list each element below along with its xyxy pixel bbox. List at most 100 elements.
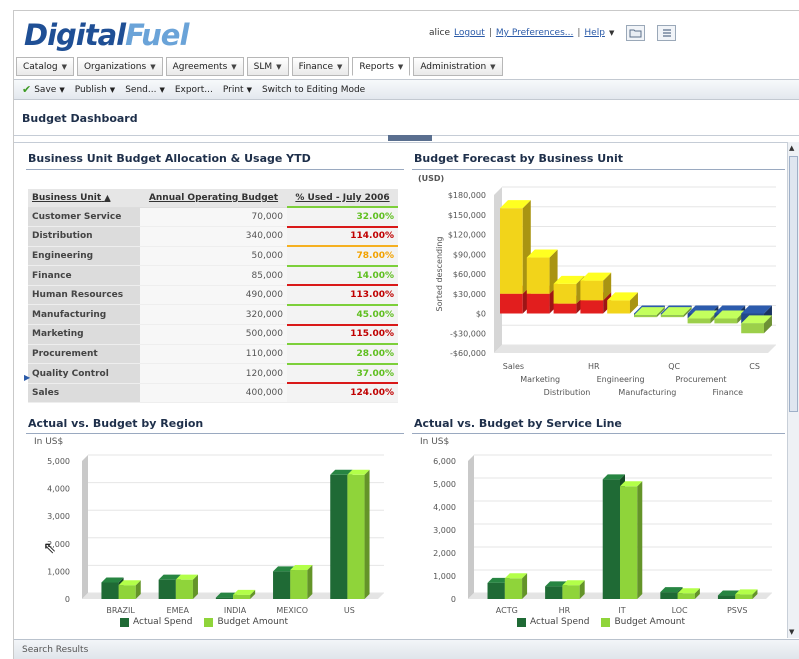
table-row[interactable]: Procurement 110,000 28.00% — [28, 343, 398, 365]
tab-label: Catalog — [23, 61, 58, 72]
y-tick-label: 4,000 — [433, 503, 456, 512]
y-tick-label: 0 — [65, 595, 70, 604]
forecast-chart: $180,000 $150,000 $120,000 $90,000 $60,000 $3… — [435, 186, 776, 397]
publish-button[interactable]: Publish ▼ — [75, 85, 115, 95]
table-row[interactable]: Finance 85,000 14.00% — [28, 264, 398, 286]
percent-used-cell: 124.00% — [287, 382, 398, 404]
divider — [412, 433, 785, 434]
tab-reports[interactable]: Reports ▼ — [352, 57, 411, 76]
list-icon[interactable] — [657, 25, 677, 41]
table-row[interactable]: Marketing 500,000 115.00% — [28, 323, 398, 345]
send-button[interactable]: Send... ▼ — [125, 85, 165, 95]
x-tick-label: PSVS — [727, 606, 747, 615]
panel-title-forecast: Budget Forecast by Business Unit — [414, 152, 624, 165]
y-tick-label: 0 — [451, 595, 456, 604]
x-tick-label: Manufacturing — [618, 388, 676, 397]
logo-text-digital: Digital — [24, 18, 126, 52]
username: alice — [429, 28, 451, 38]
export-button[interactable]: Export... — [175, 85, 213, 95]
tab-slm[interactable]: SLM ▼ — [246, 57, 289, 76]
budget-cell: 120,000 — [140, 363, 287, 384]
table-row[interactable]: Manufacturing 320,000 45.00% — [28, 303, 398, 326]
x-tick-label: MEXICO — [276, 606, 308, 615]
bar-forecast-upper — [500, 200, 531, 294]
table-header-row: Business Unit ▲ Annual Operating Budget … — [28, 189, 398, 208]
export-label: Export... — [174, 84, 213, 95]
y-tick-label: $180,000 — [448, 191, 486, 200]
logout-link[interactable]: Logout — [454, 28, 485, 38]
column-header-budget[interactable]: Annual Operating Budget — [140, 189, 287, 208]
region-chart: 5,0004,0003,0002,0001,0000BRAZIL EMEA INDI… — [47, 454, 384, 615]
chevron-down-icon: ▼ — [337, 62, 343, 71]
budget-cell: 85,000 — [140, 265, 287, 286]
chevron-down-icon: ▼ — [59, 85, 65, 94]
table-row[interactable]: Customer Service 70,000 32.00% — [28, 206, 398, 228]
column-header-business-unit[interactable]: Business Unit ▲ — [28, 189, 140, 208]
column-header-percent-used[interactable]: % Used - July 2006 — [287, 189, 398, 208]
tab-organizations[interactable]: Organizations ▼ — [76, 57, 163, 76]
vertical-scrollbar[interactable]: ▲ ▼ — [787, 142, 799, 638]
business-unit-cell: Marketing — [28, 324, 140, 345]
panel-title-region: Actual vs. Budget by Region — [28, 417, 204, 430]
switch-editing-mode-button[interactable]: Switch to Editing Mode — [262, 85, 365, 95]
bar-budget — [347, 469, 370, 599]
preferences-link[interactable]: My Preferences... — [496, 28, 573, 38]
chevron-down-icon: ▼ — [159, 85, 165, 94]
chevron-down-icon[interactable]: ▼ — [609, 29, 614, 37]
sort-ascending-icon: ▲ — [104, 192, 111, 202]
budget-cell: 110,000 — [140, 344, 287, 365]
y-tick-label: 5,000 — [433, 480, 456, 489]
scroll-up-icon[interactable]: ▲ — [789, 144, 794, 152]
y-tick-label: 4,000 — [47, 485, 70, 494]
table-row[interactable]: Quality Control 120,000 37.00% — [28, 362, 398, 384]
chevron-down-icon: ▼ — [490, 62, 496, 71]
table-row[interactable]: Human Resources 490,000 113.00% — [28, 284, 398, 306]
y-tick-label: 1,000 — [433, 572, 456, 581]
y-tick-label: 3,000 — [47, 512, 70, 521]
folder-icon[interactable] — [626, 25, 646, 41]
bar-forecast-upper — [526, 249, 558, 294]
divider — [412, 169, 785, 170]
y-tick-label: 2,000 — [433, 549, 456, 558]
tab-label: Finance — [298, 61, 333, 72]
scroll-down-icon[interactable]: ▼ — [789, 628, 794, 636]
separator: | — [577, 28, 581, 38]
table-row[interactable]: Engineering 50,000 78.00% — [28, 245, 398, 267]
y-tick-label: $60,000 — [453, 270, 486, 279]
percent-used-cell: 32.00% — [287, 206, 398, 228]
tab-catalog[interactable]: Catalog ▼ — [16, 57, 74, 76]
table-row[interactable]: Distribution 340,000 114.00% — [28, 225, 398, 247]
help-link[interactable]: Help — [584, 28, 605, 38]
chart-unit-label: In US$ — [420, 437, 450, 447]
business-unit-cell: Sales — [28, 383, 140, 404]
bar-budget — [118, 580, 141, 599]
chevron-down-icon: ▼ — [276, 62, 282, 71]
budget-cell: 70,000 — [140, 207, 287, 228]
chart-wall — [468, 455, 474, 599]
scrollbar-thumb[interactable] — [789, 156, 798, 412]
chart-floor — [494, 345, 776, 353]
collapse-arrow-icon[interactable]: ▶ — [24, 373, 30, 382]
y-tick-label: $120,000 — [448, 231, 486, 240]
legend: Actual Spend Budget Amount — [120, 617, 288, 627]
search-results-bar[interactable]: Search Results — [14, 639, 799, 659]
budget-table: Business Unit ▲ Annual Operating Budget … — [28, 189, 398, 404]
tab-administration[interactable]: Administration ▼ — [413, 57, 503, 76]
splitter-handle[interactable] — [388, 135, 432, 141]
legend-swatch — [204, 617, 214, 627]
page-title: Budget Dashboard — [14, 102, 799, 136]
app-window: DigitalFuel alice Logout | My Preference… — [13, 10, 799, 659]
tab-finance[interactable]: Finance ▼ — [291, 57, 350, 76]
tab-label: Administration — [420, 61, 487, 72]
x-tick-label: CS — [749, 362, 760, 371]
tab-agreements[interactable]: Agreements ▼ — [165, 57, 244, 76]
save-button[interactable]: ✔ Save ▼ — [22, 83, 65, 96]
print-button[interactable]: Print ▼ — [223, 85, 252, 95]
business-unit-cell: Human Resources — [28, 285, 140, 306]
print-label: Print — [222, 84, 244, 95]
table-row[interactable]: Sales 400,000 124.00% — [28, 382, 398, 404]
business-unit-cell: Finance — [28, 265, 140, 286]
legend-label: Budget Amount — [614, 617, 686, 627]
percent-used-cell: 115.00% — [287, 323, 398, 345]
business-unit-cell: Quality Control — [28, 363, 140, 384]
